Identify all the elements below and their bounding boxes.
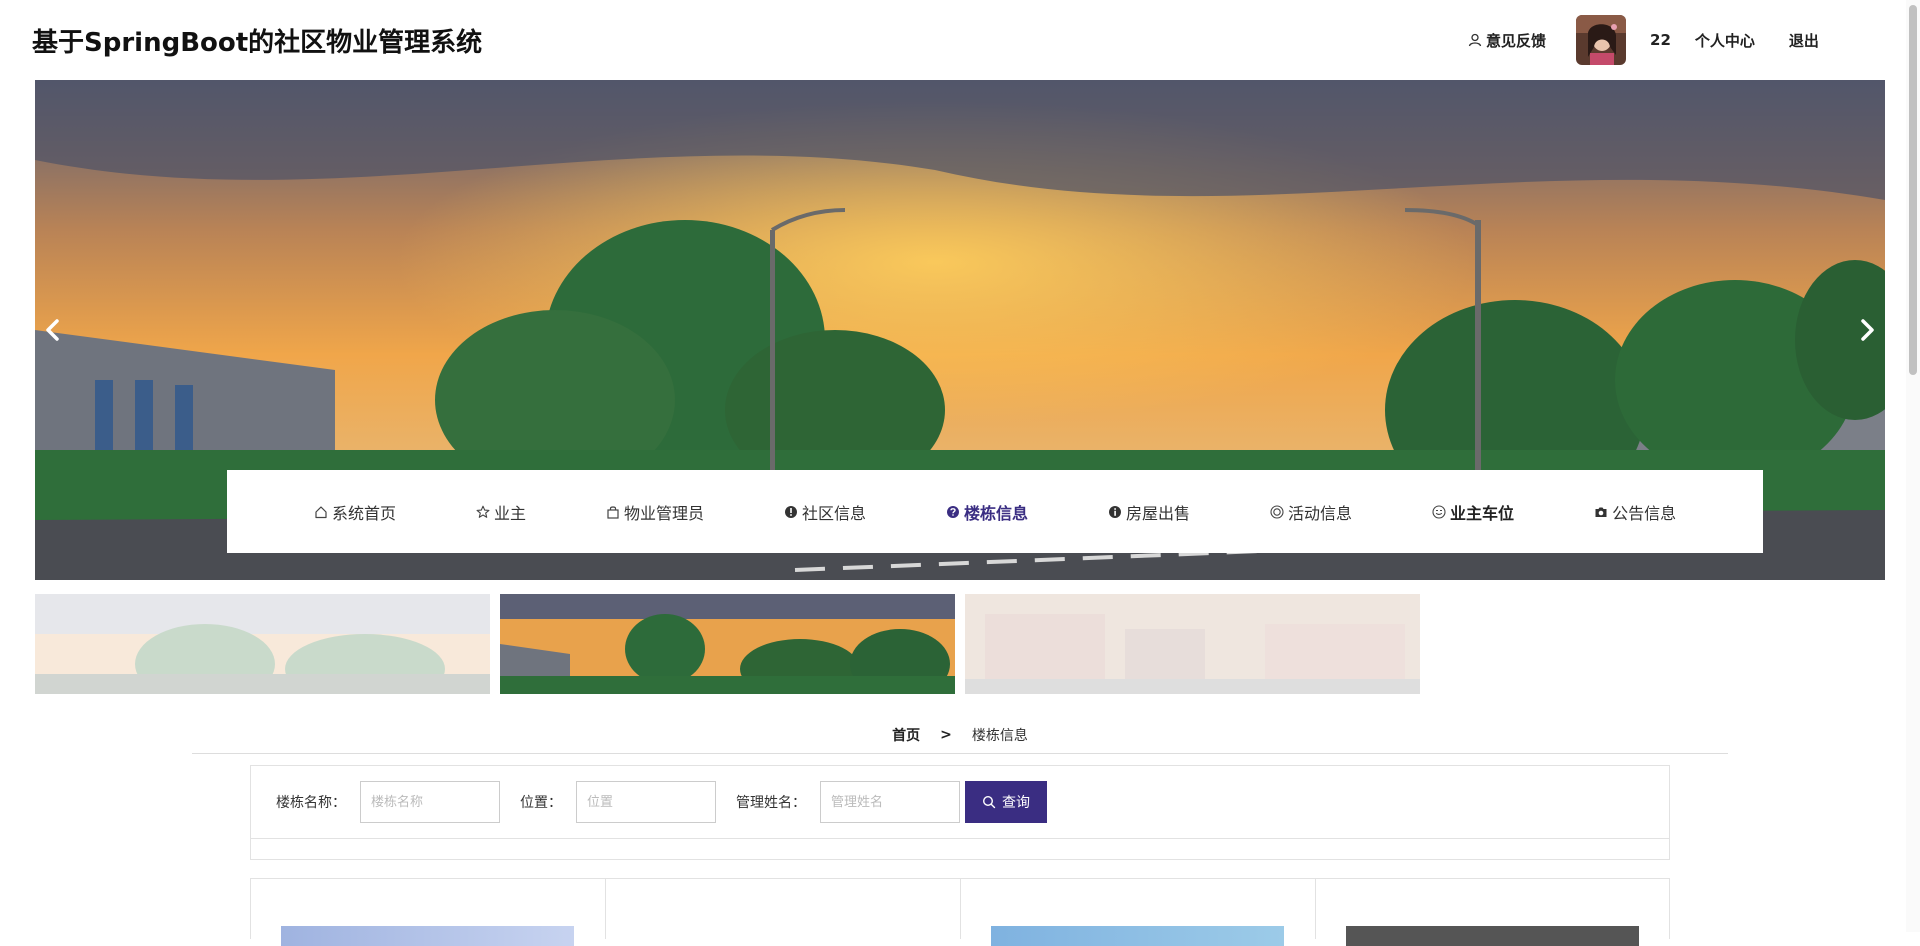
question-circle-icon: [947, 505, 959, 518]
building-card-image: [991, 926, 1284, 946]
nav-item-building-info[interactable]: 楼栋信息: [946, 500, 1028, 524]
scrollbar-thumb[interactable]: [1909, 5, 1917, 375]
header-actions: 意见反馈 22 个人中心 退出: [1468, 14, 1819, 66]
carousel-next-button[interactable]: [1849, 312, 1885, 348]
building-card[interactable]: [250, 879, 605, 946]
site-title: 基于SpringBoot的社区物业管理系统: [32, 28, 483, 58]
building-card-image: [281, 926, 574, 946]
breadcrumb-current: 楼栋信息: [971, 727, 1028, 744]
page-scrollbar[interactable]: [1906, 0, 1920, 932]
info-circle-icon: [1109, 505, 1122, 518]
search-button-label: 查询: [1002, 795, 1030, 811]
search-form: 楼栋名称： 位置： 管理姓名： 查询: [251, 766, 1669, 839]
manager-name-label: 管理姓名：: [736, 795, 806, 811]
breadcrumb-separator: >: [940, 726, 952, 743]
building-card[interactable]: [960, 879, 1315, 946]
building-name-input[interactable]: [360, 781, 500, 823]
search-panel: 楼栋名称： 位置： 管理姓名： 查询: [250, 765, 1670, 860]
carousel-prev-button[interactable]: [35, 312, 71, 348]
chevron-left-icon: [46, 319, 59, 341]
search-button[interactable]: 查询: [965, 781, 1047, 823]
nav-item-owner-parking[interactable]: 业主车位: [1432, 500, 1514, 524]
user-icon: [1468, 33, 1482, 47]
smile-circle-icon: [1432, 504, 1446, 519]
nav-item-home[interactable]: 系统首页: [314, 500, 396, 524]
nav-item-community-info[interactable]: 社区信息: [784, 500, 866, 524]
nav-item-activity-info[interactable]: 活动信息: [1270, 500, 1352, 524]
feedback-link[interactable]: 意见反馈: [1468, 30, 1546, 51]
user-center-link[interactable]: 个人中心: [1695, 30, 1755, 51]
search-icon: [982, 795, 996, 809]
header: 基于SpringBoot的社区物业管理系统 意见反馈 22 个人中心 退出: [0, 0, 1920, 80]
breadcrumb-home[interactable]: 首页: [892, 725, 920, 745]
nav-item-property-admin[interactable]: 物业管理员: [606, 500, 704, 524]
main-nav: 系统首页 业主 物业管理员 社区信息 楼栋信息 房屋出售 活动信息 业主车位 公…: [227, 470, 1763, 553]
breadcrumb: 首页 > 楼栋信息: [192, 724, 1728, 754]
location-label: 位置：: [520, 795, 562, 811]
nav-item-announcement[interactable]: 公告信息: [1594, 500, 1676, 524]
location-input[interactable]: [576, 781, 716, 823]
building-card[interactable]: [1315, 879, 1670, 946]
avatar[interactable]: [1576, 15, 1627, 65]
star-icon: [476, 505, 490, 518]
user-id: 22: [1650, 31, 1671, 49]
nav-item-owner[interactable]: 业主: [476, 500, 526, 524]
exclamation-circle-icon: [784, 505, 797, 518]
building-card-image: [1346, 926, 1639, 946]
building-name-label: 楼栋名称：: [276, 795, 346, 811]
bag-icon: [607, 505, 619, 519]
nav-item-house-sale[interactable]: 房屋出售: [1108, 500, 1190, 524]
carousel-thumbnails: [35, 594, 1430, 694]
home-icon: [315, 505, 327, 518]
carousel-thumbnail-active[interactable]: [500, 594, 955, 694]
building-card[interactable]: [605, 879, 960, 939]
camera-icon: [1595, 507, 1607, 517]
logout-link[interactable]: 退出: [1789, 30, 1819, 51]
target-circle-icon: [1270, 504, 1284, 519]
manager-name-input[interactable]: [820, 781, 960, 823]
carousel-thumbnail[interactable]: [35, 594, 490, 694]
feedback-label: 意见反馈: [1486, 31, 1547, 50]
banner-carousel: 系统首页 业主 物业管理员 社区信息 楼栋信息 房屋出售 活动信息 业主车位 公…: [35, 80, 1885, 580]
chevron-right-icon: [1861, 319, 1874, 341]
building-card-list: [250, 878, 1670, 946]
carousel-thumbnail[interactable]: [965, 594, 1420, 694]
